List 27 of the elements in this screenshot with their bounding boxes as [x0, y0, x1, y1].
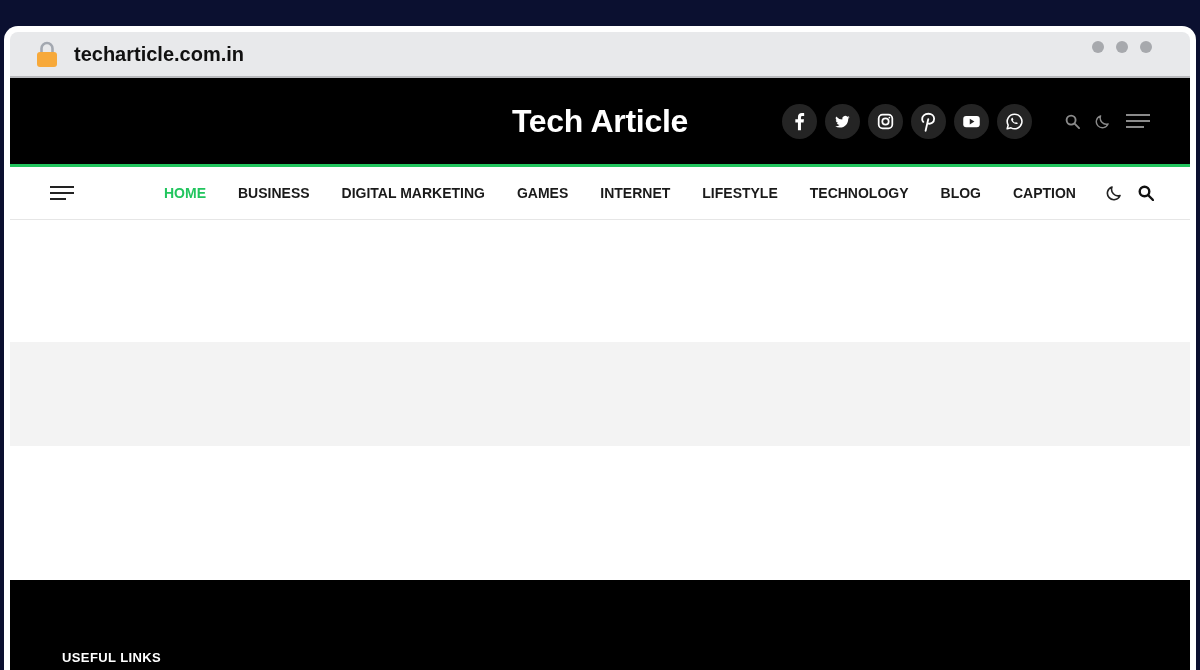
window-dot-icon [1092, 41, 1104, 53]
facebook-icon[interactable] [782, 103, 817, 139]
nav-link[interactable]: BUSINESS [238, 185, 310, 201]
lock-icon [36, 40, 58, 68]
moon-icon[interactable] [1095, 113, 1110, 129]
nav-link[interactable]: CAPTION [1013, 185, 1076, 201]
search-icon[interactable] [1138, 185, 1154, 201]
instagram-icon[interactable] [868, 103, 903, 139]
menu-icon[interactable] [1126, 114, 1150, 128]
site-title[interactable]: Tech Article [512, 102, 688, 140]
whatsapp-icon[interactable] [997, 103, 1032, 139]
nav-link[interactable]: BLOG [940, 185, 981, 201]
moon-icon[interactable] [1106, 185, 1122, 201]
youtube-icon[interactable] [954, 103, 989, 139]
nav-link[interactable]: INTERNET [600, 185, 671, 201]
nav-link[interactable]: GAMES [516, 185, 569, 201]
nav-link[interactable]: DIGITAL MARKETING [341, 185, 485, 201]
search-icon[interactable] [1065, 113, 1080, 129]
nav-link[interactable]: LIFESTYLE [702, 185, 778, 201]
footer-heading: USEFUL LINKS [62, 650, 162, 665]
window-dot-icon [1116, 41, 1128, 53]
menu-icon[interactable] [50, 186, 74, 200]
nav-link[interactable]: TECHNOLOGY [809, 185, 909, 201]
url-text[interactable]: techarticle.com.in [74, 42, 245, 66]
window-dot-icon [1140, 41, 1152, 53]
pinterest-icon[interactable] [911, 103, 946, 139]
twitter-icon[interactable] [825, 103, 860, 139]
